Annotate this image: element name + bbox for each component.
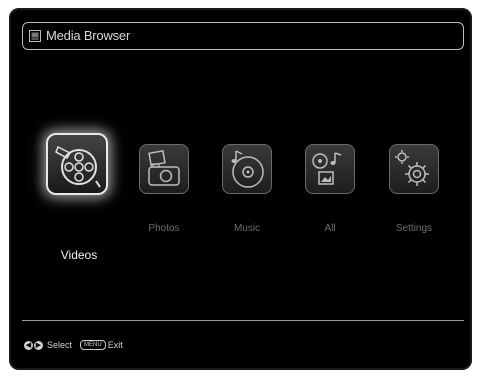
left-arrow-icon: ◀ [24,340,33,350]
media-browser-icon [29,30,41,42]
videos-label: Videos [60,248,98,262]
music-disc-icon [231,150,264,188]
right-arrow-icon: ▶ [34,340,43,350]
photos-tile[interactable] [139,144,189,194]
photos-label: Photos [148,223,180,234]
videos-tile[interactable] [46,133,108,195]
page-title: Media Browser [46,28,131,43]
all-label: All [324,223,336,234]
gear-icon [395,150,429,186]
all-tile[interactable] [305,144,355,194]
menu-key-icon: MENU [80,340,106,350]
footer-divider [22,320,464,321]
footer-help: ◀ ▶ Select MENU Exit [24,340,123,350]
title-bar: Media Browser [22,22,464,50]
tv-screen: Media Browser Videos Photos Music All Se… [9,8,472,370]
settings-tile[interactable] [389,144,439,194]
select-hint: Select [47,340,73,350]
music-label: Music [233,223,261,234]
settings-label: Settings [395,223,433,234]
photo-camera-icon [148,150,180,186]
film-reel-icon [55,145,101,188]
exit-hint: Exit [107,340,123,350]
all-media-icon [312,152,342,185]
music-tile[interactable] [222,144,272,194]
